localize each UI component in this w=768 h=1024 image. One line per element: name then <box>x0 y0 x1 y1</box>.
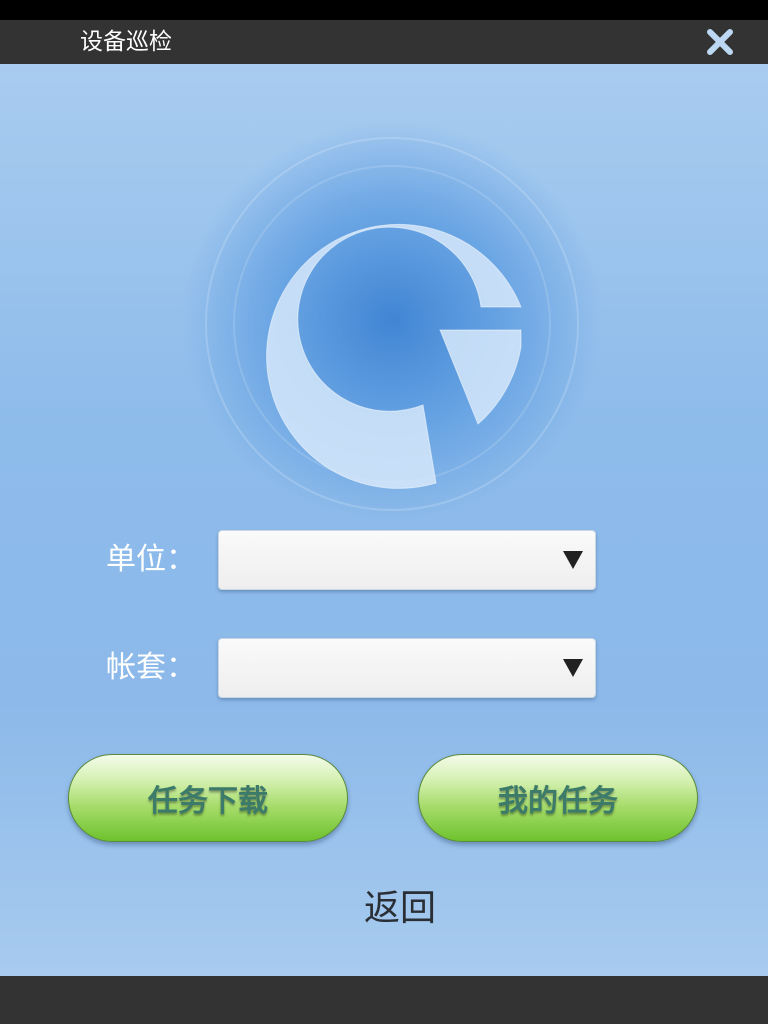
close-icon <box>707 29 733 55</box>
account-set-select[interactable] <box>218 638 596 698</box>
return-button[interactable]: 返回 <box>300 882 500 936</box>
unit-select[interactable] <box>218 530 596 590</box>
page-title: 设备巡检 <box>80 29 172 55</box>
close-button[interactable] <box>700 24 740 60</box>
status-bar <box>0 0 768 20</box>
main-panel: 单位： 帐套： 任务下载 我的任务 返回 <box>0 64 768 976</box>
my-tasks-button[interactable]: 我的任务 <box>418 754 698 842</box>
download-tasks-button[interactable]: 任务下载 <box>68 754 348 842</box>
bottom-bar <box>0 976 768 1024</box>
account-set-label: 帐套： <box>106 650 196 685</box>
unit-label: 单位： <box>106 542 196 577</box>
chevron-down-icon <box>563 551 583 569</box>
q-ring-logo-icon <box>205 137 579 511</box>
chevron-down-icon <box>563 659 583 677</box>
title-bar: 设备巡检 <box>0 20 768 64</box>
